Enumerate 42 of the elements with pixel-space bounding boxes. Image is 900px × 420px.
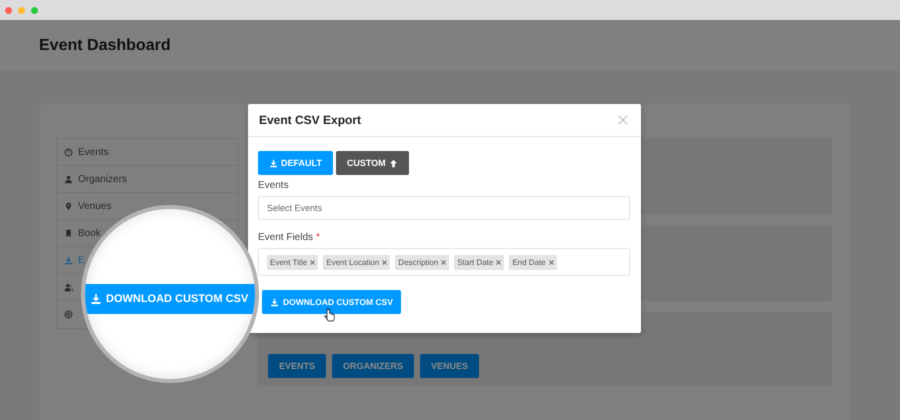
sidebar-item[interactable]: Book — [78, 228, 101, 238]
placeholder-text: Select Events — [267, 203, 322, 213]
field-tag: End Date — [509, 254, 557, 270]
download-icon — [270, 298, 279, 306]
remove-icon[interactable] — [548, 260, 554, 264]
page-title: Event Dashboard — [39, 36, 171, 54]
sidebar-item[interactable]: Events — [78, 146, 109, 158]
panel-button[interactable]: EVENTS — [268, 354, 326, 378]
download-custom-csv-button[interactable]: DOWNLOAD CUSTOM CSV — [262, 290, 401, 314]
events-select-field[interactable]: Select Events — [258, 196, 630, 220]
sidebar-item[interactable]: Venues — [78, 200, 112, 212]
sidebar-item[interactable]: Organizers — [78, 174, 127, 184]
field-tag: Start Date — [454, 254, 504, 270]
panel-button[interactable]: VENUES — [420, 354, 480, 378]
remove-icon[interactable] — [310, 260, 316, 264]
hand-cursor-icon — [323, 307, 336, 322]
field-label: Events — [258, 180, 289, 191]
field-tag: Description — [395, 254, 450, 270]
map-pin-icon[interactable] — [64, 202, 73, 210]
bookmark-icon[interactable] — [64, 228, 73, 238]
user-icon[interactable] — [64, 174, 73, 184]
dialog-title: Event CSV Export — [259, 113, 362, 127]
field-label: Event Fields — [258, 232, 314, 243]
remove-icon[interactable] — [496, 260, 502, 264]
field-tag: Event Title — [267, 254, 318, 270]
minimize-window-dot[interactable] — [18, 6, 25, 14]
download-icon — [269, 158, 278, 168]
at-sign-icon[interactable] — [64, 310, 73, 319]
remove-icon[interactable] — [382, 260, 388, 264]
field-tag: Event Location — [323, 254, 390, 270]
close-window-dot[interactable] — [5, 6, 12, 14]
arrow-up-icon — [388, 158, 398, 168]
maximize-window-dot[interactable] — [31, 6, 38, 14]
panel-button[interactable]: ORGANIZERS — [332, 354, 414, 378]
export-mode-tab[interactable]: CUSTOM — [336, 151, 409, 175]
download-icon — [90, 293, 102, 305]
required-mark: * — [316, 232, 320, 243]
event-fields-select[interactable]: Event Title Event Location Description Start Date End Date — [258, 248, 630, 276]
export-mode-tab[interactable]: DEFAULT — [258, 151, 333, 175]
users-icon[interactable] — [64, 282, 73, 292]
gauge-icon[interactable] — [64, 148, 73, 156]
remove-icon[interactable] — [441, 260, 446, 264]
